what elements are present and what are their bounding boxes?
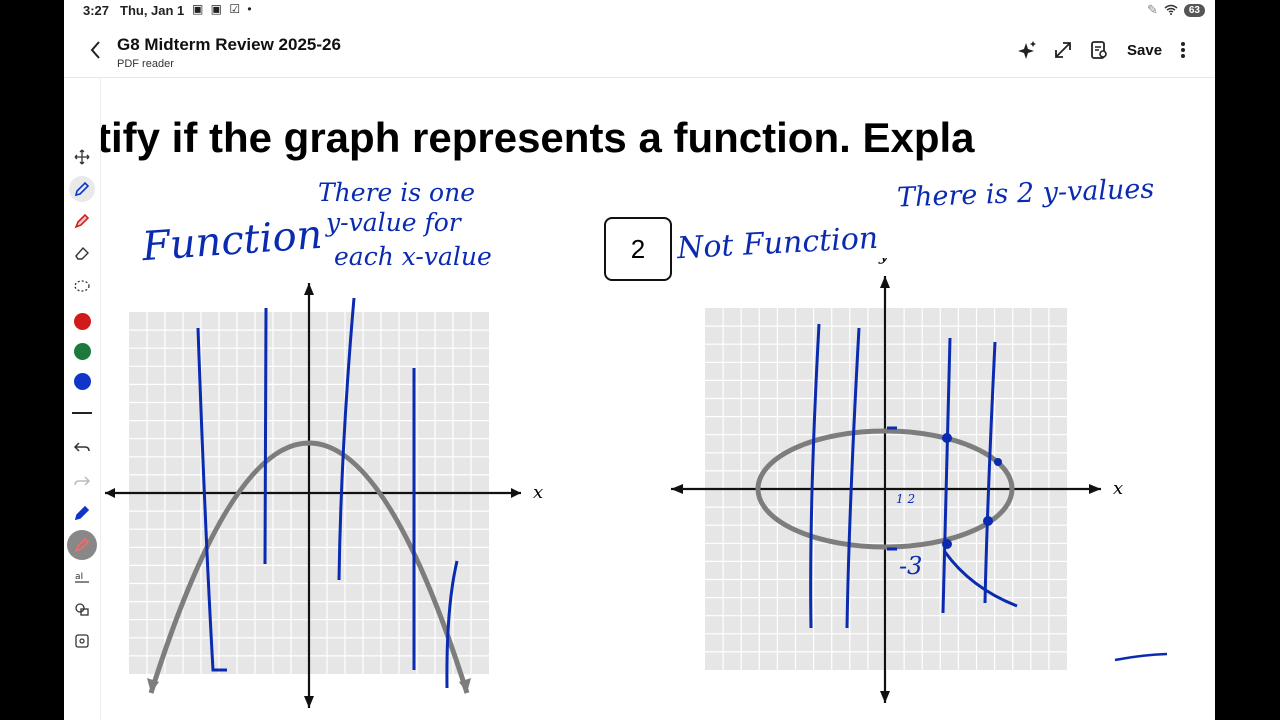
notification-icons: ▣ ▣ ☑ • — [192, 2, 254, 16]
undo-icon — [73, 442, 90, 452]
x-axis-label-2: x — [1113, 478, 1123, 499]
question-heading: entify if the graph represents a functio… — [101, 114, 1215, 174]
color-blue[interactable] — [69, 368, 95, 394]
document-subtitle: PDF reader — [117, 58, 174, 70]
green-swatch — [73, 342, 91, 360]
lasso-select-icon — [74, 149, 90, 165]
document-title: G8 Midterm Review 2025-26 — [117, 35, 341, 54]
fullscreen-button[interactable] — [1051, 38, 1075, 62]
app-header: G8 Midterm Review 2025-26 PDF reader Sav… — [64, 22, 1215, 78]
left-answer-ink: Function — [140, 211, 324, 271]
shapes-icon — [75, 603, 89, 616]
pen-icon — [74, 181, 90, 197]
color-green[interactable] — [69, 338, 95, 364]
chevron-left-icon — [90, 41, 100, 59]
undo-button[interactable] — [69, 434, 95, 460]
color-red[interactable] — [69, 308, 95, 334]
lasso-select-tool[interactable] — [69, 144, 95, 170]
eraser-icon — [75, 246, 89, 260]
shape-select-icon — [74, 280, 90, 292]
x-axis-label: x — [533, 482, 543, 503]
stray-ink-stroke — [1114, 652, 1168, 662]
save-button[interactable]: Save — [1127, 42, 1162, 59]
wifi-icon — [1164, 3, 1178, 18]
tick-marks-label: 1 2 — [896, 492, 916, 506]
pdf-page: entify if the graph represents a functio… — [101, 78, 1215, 720]
left-note-line2: y-value for — [326, 208, 461, 237]
status-time: 3:27 — [83, 3, 110, 18]
red-swatch — [73, 312, 91, 330]
document-settings-button[interactable] — [1087, 38, 1111, 62]
question-text: entify if the graph represents a functio… — [101, 114, 975, 161]
laser-pointer-tool[interactable] — [67, 530, 97, 560]
left-note-line1: There is one — [318, 178, 475, 207]
ai-sparkle-button[interactable] — [1015, 38, 1039, 62]
highlighter-icon — [74, 213, 90, 229]
expand-icon — [1055, 42, 1071, 58]
minus-three-label: -3 — [899, 552, 923, 580]
sparkle-icon — [1018, 41, 1036, 59]
lock-icon — [75, 634, 89, 648]
highlighter-tool[interactable] — [69, 208, 95, 234]
graph-2-ellipse: x y — [671, 258, 1123, 703]
problem-number: 2 — [630, 233, 646, 264]
y-axis-label-2: y — [878, 258, 890, 265]
battery-level: 63 — [1183, 3, 1205, 17]
more-vertical-icon — [1181, 42, 1185, 58]
pen-status-icon: ✎ — [1146, 2, 1158, 17]
y-axis-label: y — [302, 268, 314, 269]
more-options-button[interactable] — [1176, 37, 1190, 63]
blue-swatch — [73, 372, 91, 390]
pdf-reader-app: 3:27 Thu, Jan 1 ▣ ▣ ☑ • ✎ 63 G8 Midterm … — [64, 0, 1215, 720]
redo-icon — [74, 476, 91, 486]
back-button[interactable] — [86, 38, 106, 62]
shapes-tool[interactable] — [69, 596, 95, 622]
right-note-ink: There is 2 y-values — [896, 173, 1155, 214]
pen-settings-tool[interactable] — [69, 500, 95, 526]
lock-tool[interactable] — [69, 628, 95, 654]
status-right: ✎ 63 — [1147, 2, 1205, 18]
pen-tool[interactable] — [69, 176, 95, 202]
shape-select-tool[interactable] — [69, 272, 95, 298]
status-bar: 3:27 Thu, Jan 1 ▣ ▣ ☑ • ✎ 63 — [64, 0, 1215, 22]
document-gear-icon — [1091, 41, 1107, 59]
pen-settings-icon — [74, 505, 90, 521]
laser-pointer-icon — [74, 537, 90, 553]
status-date: Thu, Jan 1 — [120, 3, 185, 18]
graph-1-parabola: x y — [105, 268, 543, 708]
left-note-line3: each x-value — [334, 242, 492, 271]
text-recognition-icon: aI — [75, 572, 89, 583]
svg-text:aI: aI — [75, 572, 83, 582]
eraser-tool[interactable] — [69, 240, 95, 266]
annotation-toolbar: aI — [64, 78, 101, 720]
text-recognition-tool[interactable]: aI — [69, 564, 95, 590]
stroke-width-icon — [72, 412, 92, 414]
stroke-width-tool[interactable] — [69, 400, 95, 426]
redo-button[interactable] — [69, 468, 95, 494]
